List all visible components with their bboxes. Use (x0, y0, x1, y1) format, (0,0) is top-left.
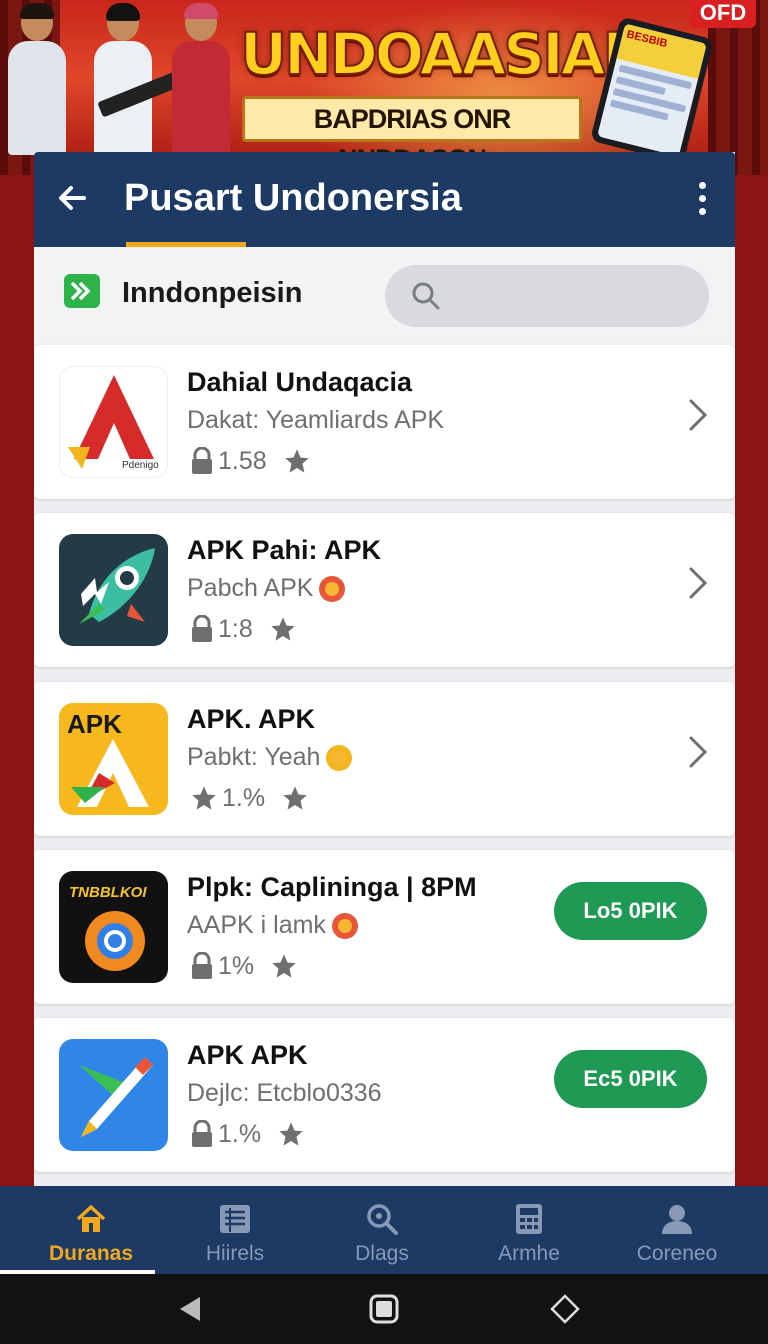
star-icon (279, 1122, 303, 1146)
app-card[interactable]: TNBBLKOI Plpk: Caplininga | 8PM AAPK i l… (34, 850, 735, 1004)
chevron-right-icon[interactable] (687, 397, 709, 433)
arrow-left-icon[interactable] (52, 178, 92, 218)
star-icon (283, 786, 307, 810)
app-meta: 1.% (190, 783, 309, 813)
list-icon (218, 1202, 252, 1236)
app-meta-value: 1:8 (218, 614, 253, 643)
app-subtitle: Dejlc: Etcblo0336 (187, 1079, 382, 1107)
verified-badge-icon (326, 745, 353, 772)
app-bar: Pusart Undonersia (34, 152, 735, 247)
app-name: APK APK (187, 1040, 308, 1070)
app-icon-browser: TNBBLKOI (59, 871, 168, 983)
app-meta: 1% (190, 951, 298, 981)
app-meta-value: 1.% (222, 783, 266, 812)
lock-icon (192, 1120, 212, 1147)
app-subtitle: Dakat: Yeamliards APK (187, 406, 445, 434)
lock-icon (192, 447, 212, 474)
app-meta: 1:8 (190, 614, 297, 644)
lock-icon (192, 615, 212, 642)
nav-tab-duranas[interactable]: Duranas (0, 1186, 166, 1274)
star-icon (192, 786, 216, 810)
banner-subtitle: BAPDRIAS ONR NNDDASON (242, 96, 582, 174)
get-app-button[interactable]: Ec5 0PIK (554, 1050, 707, 1108)
nav-label: Coreneo (636, 1242, 718, 1265)
app-window: Pusart Undonersia Inndonpeisin Pdenigo D… (34, 152, 735, 1192)
get-app-button[interactable]: Lo5 0PIK (554, 882, 707, 940)
home-icon (74, 1202, 108, 1236)
app-icon-caption: APK (67, 709, 122, 739)
app-subtitle: AAPK i lamk (187, 911, 358, 940)
app-name: APK Pahi: APK (187, 535, 382, 565)
app-icon-pen (59, 1039, 168, 1151)
app-icon-caption: Pdenigo (122, 460, 159, 471)
nav-tab-coreneo[interactable]: Coreneo (602, 1186, 752, 1274)
app-meta-value: 1% (218, 951, 255, 980)
nav-tab-dlags[interactable]: Dlags (307, 1186, 457, 1274)
app-icon-red-a: Pdenigo (59, 366, 168, 478)
page-title: Pusart Undonersia (124, 177, 462, 219)
nav-label: Duranas (48, 1242, 134, 1265)
app-name: APK. APK (187, 704, 316, 734)
calculator-icon (512, 1202, 546, 1236)
app-subtitle: Pabkt: Yeah (187, 743, 353, 772)
category-logo-icon (64, 274, 100, 308)
app-card[interactable]: Pdenigo Dahial Undaqacia Dakat: Yeamliar… (34, 345, 735, 499)
category-label[interactable]: Inndonpeisin (122, 277, 302, 310)
home-square-icon[interactable] (369, 1294, 399, 1324)
search-zoom-icon (365, 1202, 399, 1236)
app-icon-apk-yellow: APK (59, 703, 168, 815)
app-subtitle: Pabch APK (187, 574, 346, 603)
banner-title: UNDOAASIAN (239, 20, 652, 88)
back-triangle-icon[interactable] (176, 1294, 206, 1324)
star-icon (271, 617, 295, 641)
nav-tab-hiirels[interactable]: Hiirels (160, 1186, 310, 1274)
chevron-right-icon[interactable] (687, 734, 709, 770)
search-input[interactable] (385, 265, 709, 327)
app-icon-rocket (59, 534, 168, 646)
recents-diamond-icon[interactable] (550, 1294, 580, 1324)
app-meta: 1.58 (190, 446, 311, 476)
user-icon (660, 1202, 694, 1236)
nav-label: Armhe (498, 1242, 560, 1265)
app-icon-caption: TNBBLKOI (69, 884, 147, 901)
app-name: Dahial Undaqacia (187, 367, 413, 397)
banner-corner-badge: OFD (690, 0, 756, 28)
nav-tab-armhe[interactable]: Armhe (454, 1186, 604, 1274)
lock-icon (192, 952, 212, 979)
chevron-right-icon[interactable] (687, 565, 709, 601)
more-vertical-icon[interactable] (699, 182, 707, 216)
filter-row: Inndonpeisin (34, 247, 735, 345)
banner-person-1 (6, 3, 68, 155)
verified-badge-icon (319, 576, 346, 603)
app-card[interactable]: APK Pahi: APK Pabch APK 1:8 (34, 513, 735, 667)
app-card[interactable]: APK APK. APK Pabkt: Yeah 1.% (34, 682, 735, 836)
star-icon (285, 449, 309, 473)
app-meta-value: 1.58 (218, 446, 267, 475)
search-icon (411, 281, 441, 311)
system-navigation-bar (0, 1274, 768, 1344)
app-meta: 1.% (190, 1119, 305, 1149)
nav-label: Hiirels (205, 1242, 265, 1265)
promo-banner[interactable]: UNDOAASIAN BAPDRIAS ONR NNDDASON BESBIB … (0, 0, 768, 175)
app-card[interactable]: APK APK Dejlc: Etcblo0336 1.% Ec5 0PIK (34, 1018, 735, 1172)
nav-label: Dlags (355, 1242, 409, 1265)
bottom-navigation: Duranas Hiirels Dlags Armhe Coreneo (0, 1186, 768, 1274)
banner-person-2 (92, 3, 154, 155)
app-name: Plpk: Caplininga | 8PM (187, 872, 477, 902)
banner-person-3 (170, 3, 232, 155)
app-meta-value: 1.% (218, 1119, 262, 1148)
star-icon (272, 954, 296, 978)
verified-badge-icon (331, 913, 358, 940)
